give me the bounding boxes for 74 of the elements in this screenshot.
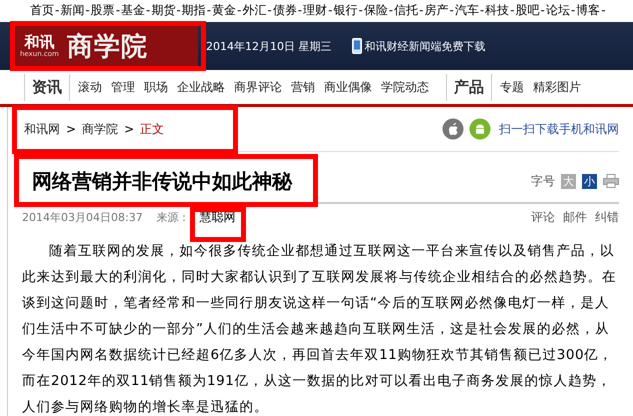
- nav-link[interactable]: 论坛: [546, 2, 570, 22]
- separator: -: [480, 2, 484, 19]
- channel-link[interactable]: 商界评论: [234, 78, 282, 96]
- nav-link[interactable]: 信托: [394, 2, 418, 22]
- channel-link[interactable]: 企业战略: [177, 78, 225, 96]
- separator: -: [449, 2, 454, 19]
- nav-link[interactable]: 保险: [364, 2, 388, 22]
- separator: -: [419, 2, 424, 19]
- nav-link[interactable]: 房产: [424, 2, 448, 22]
- separator: -: [510, 2, 514, 19]
- nav-link[interactable]: 外汇: [242, 2, 266, 22]
- channel-link[interactable]: 职场: [144, 78, 168, 96]
- nav-link[interactable]: 新闻: [60, 2, 84, 22]
- article-action-link[interactable]: 邮件: [563, 208, 587, 226]
- nav-link[interactable]: 期货: [151, 2, 176, 22]
- channel-link[interactable]: 专题: [500, 78, 524, 96]
- channel-heading[interactable]: 产品: [446, 74, 492, 100]
- print-icon[interactable]: [603, 174, 619, 188]
- separator: -: [267, 2, 272, 19]
- nav-link[interactable]: 股吧: [516, 2, 540, 22]
- channel-link[interactable]: 滚动: [78, 78, 102, 96]
- separator: -: [176, 2, 181, 19]
- brand-name: 和讯: [24, 34, 54, 50]
- article-title: 网络营销并非传说中如此神秘: [32, 168, 292, 195]
- android-icon[interactable]: [469, 118, 491, 140]
- nav-link[interactable]: 首页: [30, 2, 54, 22]
- breadcrumb-link[interactable]: 商学院: [82, 120, 118, 138]
- nav-link[interactable]: 理财: [303, 2, 328, 22]
- separator: -: [328, 2, 332, 19]
- nav-link[interactable]: 黄金: [212, 2, 236, 22]
- nav-link[interactable]: 债券: [272, 2, 297, 22]
- publish-date: 2014年03月04日08:37: [22, 210, 143, 224]
- apple-icon[interactable]: [442, 118, 464, 140]
- separator: -: [388, 2, 394, 19]
- section-name: 商学院: [66, 30, 148, 64]
- nav-link[interactable]: 科技: [485, 2, 510, 22]
- breadcrumb-separator: >: [66, 122, 76, 136]
- channel-link[interactable]: 精彩图片: [533, 78, 581, 96]
- channel-link[interactable]: 商业偶像: [324, 78, 372, 96]
- channel-link[interactable]: 营销: [291, 78, 315, 96]
- breadcrumb-link[interactable]: 和讯网: [24, 120, 60, 138]
- font-size-label: 字号: [531, 172, 555, 190]
- nav-link[interactable]: 基金: [121, 2, 146, 22]
- download-link[interactable]: 扫一扫下载手机和讯网: [499, 120, 619, 138]
- article-paragraph: 随着互联网的发展，如今很多传统企业都想通过互联网这一平台来宣传以及销售产品，以此来达到最大的利润化，同时大家都认识到了互联网发展将与传统企业相结合的必然趋势。在谈到这问题时，笔者经常和一些同行朋友说这样一句话“今后的互联网必然像电灯一样，是人们生活中不可缺少的一部分”人们的生活会越来越趋向互联网生活，这是社会发展的必然，从今年国内网名数据统计已经超6亿多人次，再回首去年双11购物狂欢节其销售额已过300亿，而在2012年的双11销售额为191亿，从这一数据的比对可以看出电子商务发展的惊人趋势，人们参与网络购物的增长率是迅猛的。: [22, 242, 618, 416]
- channel-link[interactable]: 学院动态: [381, 78, 429, 96]
- separator: -: [358, 2, 363, 19]
- source-label: 来源：: [156, 210, 190, 224]
- download-link[interactable]: 和讯财经新闻端免费下载: [364, 38, 486, 54]
- separator: -: [237, 2, 242, 19]
- breadcrumb-separator: >: [124, 122, 134, 136]
- nav-link[interactable]: 期指: [182, 2, 206, 22]
- breadcrumb-link[interactable]: 正文: [140, 120, 164, 138]
- separator: -: [570, 2, 576, 19]
- phone-icon: [352, 38, 362, 54]
- separator: -: [601, 2, 606, 19]
- article-action-link[interactable]: 评论: [531, 208, 555, 226]
- nav-link[interactable]: 博客: [576, 2, 600, 22]
- separator: -: [540, 2, 545, 19]
- separator: -: [206, 2, 212, 19]
- separator: -: [298, 2, 302, 19]
- separator: -: [55, 2, 60, 19]
- font-size-button[interactable]: 小: [582, 174, 597, 188]
- separator: -: [85, 2, 90, 19]
- channel-link[interactable]: 管理: [111, 78, 135, 96]
- article-action-link[interactable]: 纠错: [595, 208, 619, 226]
- source-link[interactable]: 慧聪网: [200, 210, 236, 224]
- nav-link[interactable]: 股票: [90, 2, 115, 22]
- separator: -: [116, 2, 120, 19]
- separator: -: [146, 2, 150, 19]
- nav-link[interactable]: 银行: [333, 2, 358, 22]
- nav-link[interactable]: 汽车: [454, 2, 479, 22]
- date-text: 2014年12月10日 星期三: [206, 38, 332, 54]
- channel-heading[interactable]: 资讯: [24, 74, 70, 100]
